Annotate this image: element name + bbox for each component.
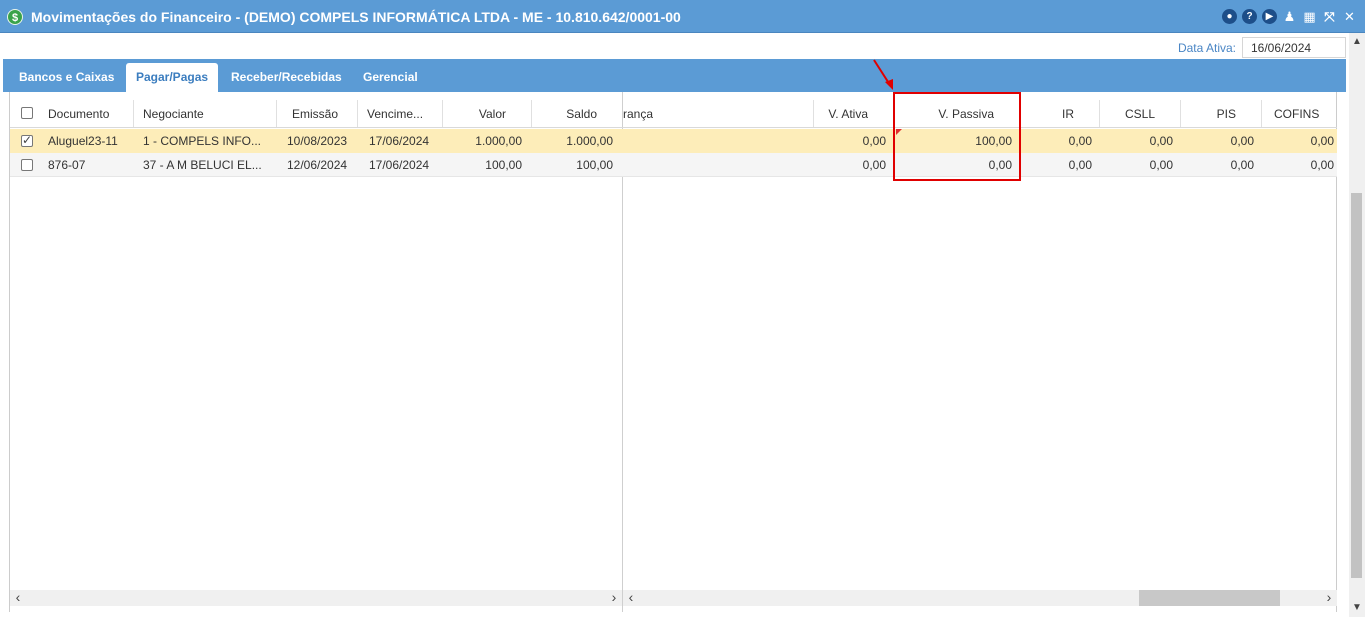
col-separator[interactable] [1261, 100, 1262, 127]
row-checkbox[interactable] [21, 159, 33, 171]
col-header-negociante[interactable]: Negociante [143, 100, 204, 128]
cell-negociante: 1 - COMPELS INFO... [143, 134, 262, 148]
col-header-ir[interactable]: IR [1040, 100, 1074, 128]
window-actions: ● ? ▶ ♟ ▦ ⤧ ✕ [1222, 9, 1357, 24]
cell-cofins: 0,00 [1310, 158, 1334, 172]
cell-saldo: 1.000,00 [566, 134, 613, 148]
vertical-scrollbar[interactable]: ▲ ▼ [1349, 33, 1365, 617]
dollar-icon: $ [7, 9, 23, 25]
cell-valor: 100,00 [485, 158, 522, 172]
scroll-right-icon[interactable]: › [606, 590, 622, 606]
red-arrow-icon [873, 59, 893, 90]
col-separator[interactable] [531, 100, 532, 127]
cell-vencimento: 17/06/2024 [369, 134, 430, 148]
maximize-icon[interactable]: ⤧ [1322, 9, 1337, 24]
cell-pis: 0,00 [1230, 158, 1254, 172]
cell-cofins: 0,00 [1310, 134, 1334, 148]
col-separator[interactable] [357, 100, 358, 127]
col-header-saldo[interactable]: Saldo [540, 100, 597, 128]
cell-pis: 0,00 [1230, 134, 1254, 148]
col-header-valor[interactable]: Valor [452, 100, 506, 128]
cell-emissao: 10/08/2023 [287, 134, 348, 148]
v-passiva-highlight-box [893, 92, 1021, 181]
col-separator[interactable] [1180, 100, 1181, 127]
window-title: Movimentações do Financeiro - (DEMO) COM… [31, 9, 681, 25]
active-date-input[interactable]: 16/06/2024 [1242, 37, 1346, 58]
bell-icon[interactable]: ♟ [1282, 9, 1297, 24]
cell-csll: 0,00 [1149, 158, 1173, 172]
col-separator[interactable] [133, 100, 134, 127]
right-horizontal-scrollbar[interactable]: ‹ › [623, 590, 1337, 606]
scroll-thumb[interactable] [1139, 590, 1280, 606]
cell-ir: 0,00 [1068, 158, 1092, 172]
left-horizontal-scrollbar[interactable]: ‹ › [10, 590, 622, 606]
col-header-vencimento[interactable]: Vencime... [367, 100, 423, 128]
window-titlebar: $ Movimentações do Financeiro - (DEMO) C… [0, 0, 1365, 33]
tab-gerencial[interactable]: Gerencial [353, 63, 428, 92]
scroll-down-icon[interactable]: ▼ [1349, 601, 1365, 615]
select-all-checkbox[interactable] [21, 107, 33, 119]
active-date-bar: Data Ativa: 16/06/2024 [0, 33, 1346, 58]
tab-bar: Bancos e Caixas Pagar/Pagas Receber/Rece… [3, 59, 1346, 92]
col-separator[interactable] [813, 100, 814, 127]
close-icon[interactable]: ✕ [1342, 9, 1357, 24]
cell-v-ativa: 0,00 [862, 158, 886, 172]
table-row[interactable]: Aluguel23-11 1 - COMPELS INFO... 10/08/2… [10, 129, 1337, 153]
col-header-pis[interactable]: PIS [1190, 100, 1236, 128]
col-header-cobranca[interactable]: rança [623, 100, 653, 128]
cell-saldo: 100,00 [576, 158, 613, 172]
calendar-icon[interactable]: ▦ [1302, 9, 1317, 24]
record-icon[interactable]: ● [1222, 9, 1237, 24]
cell-csll: 0,00 [1149, 134, 1173, 148]
vertical-scroll-thumb[interactable] [1351, 193, 1362, 578]
cell-negociante: 37 - A M BELUCI EL... [143, 158, 262, 172]
active-date-label: Data Ativa: [1177, 41, 1236, 55]
row-checkbox[interactable] [21, 133, 33, 147]
scroll-left-icon[interactable]: ‹ [10, 590, 26, 606]
col-separator[interactable] [442, 100, 443, 127]
col-header-emissao[interactable]: Emissão [292, 100, 338, 128]
cell-emissao: 12/06/2024 [287, 158, 348, 172]
col-header-csll[interactable]: CSLL [1110, 100, 1155, 128]
play-icon[interactable]: ▶ [1262, 9, 1277, 24]
scroll-up-icon[interactable]: ▲ [1349, 35, 1365, 49]
col-header-cofins[interactable]: COFINS [1274, 100, 1319, 128]
col-separator[interactable] [1099, 100, 1100, 127]
col-header-v-ativa[interactable]: V. Ativa [820, 100, 868, 128]
header-divider [10, 127, 1337, 128]
scroll-right-icon[interactable]: › [1321, 590, 1337, 606]
col-header-documento[interactable]: Documento [48, 100, 109, 128]
cell-documento: Aluguel23-11 [48, 134, 118, 148]
tab-pagar-pagas[interactable]: Pagar/Pagas [126, 63, 219, 92]
tab-receber-recebidas[interactable]: Receber/Recebidas [221, 63, 352, 92]
col-separator[interactable] [276, 100, 277, 127]
cell-ir: 0,00 [1068, 134, 1092, 148]
cell-documento: 876-07 [48, 158, 86, 172]
cell-vencimento: 17/06/2024 [369, 158, 430, 172]
table-row[interactable]: 876-07 37 - A M BELUCI EL... 12/06/2024 … [10, 153, 1337, 177]
tab-bancos-caixas[interactable]: Bancos e Caixas [9, 63, 124, 92]
cell-valor: 1.000,00 [475, 134, 522, 148]
cell-v-ativa: 0,00 [862, 134, 886, 148]
scroll-left-icon[interactable]: ‹ [623, 590, 639, 606]
help-icon[interactable]: ? [1242, 9, 1257, 24]
